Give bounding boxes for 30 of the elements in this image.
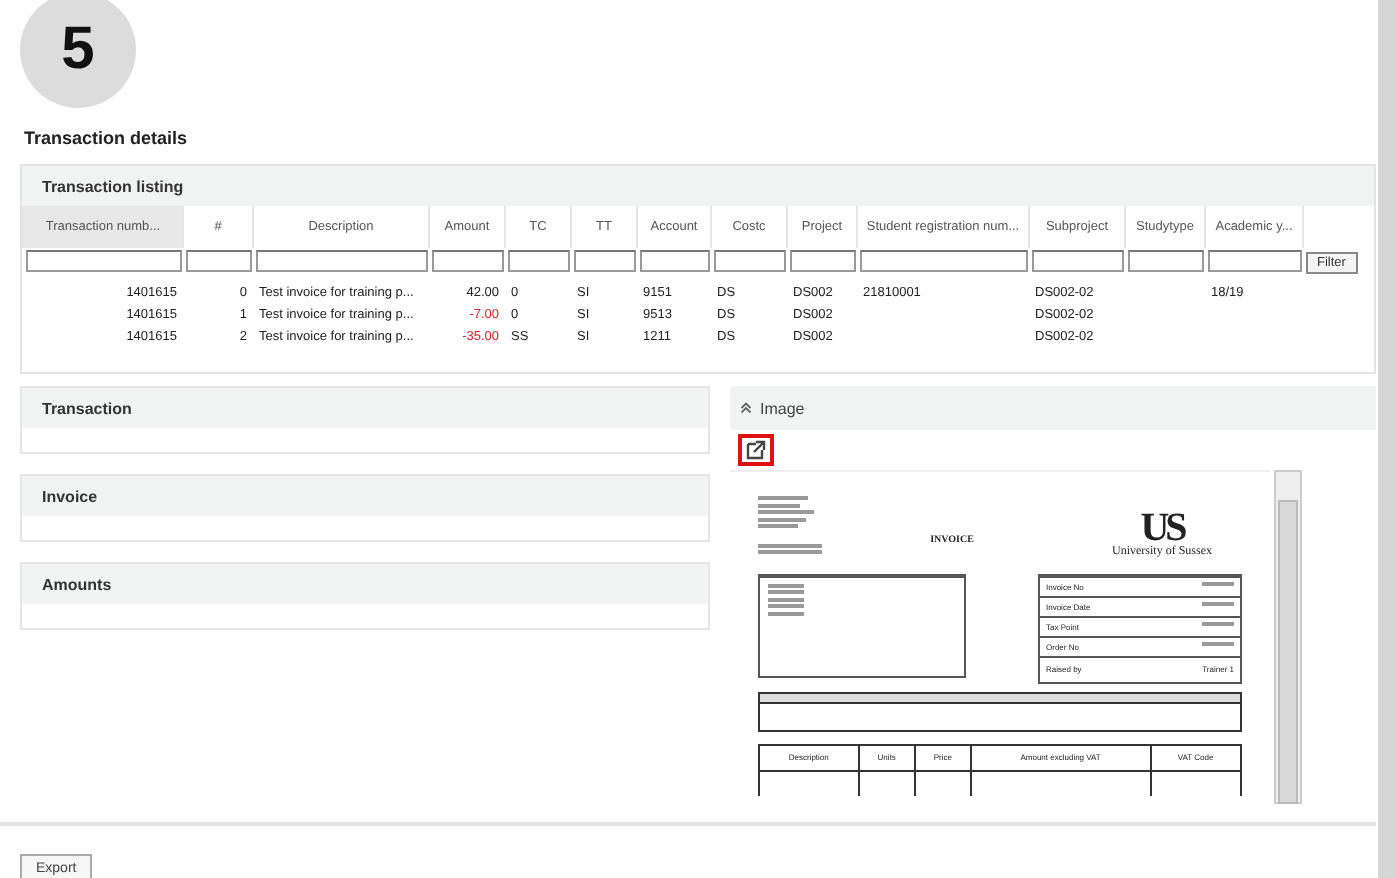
- filter-input[interactable]: [859, 250, 1027, 272]
- panel-title: Image: [760, 399, 805, 417]
- filter-input[interactable]: [185, 250, 251, 272]
- step-number-badge: 5: [20, 0, 136, 108]
- logo: US: [1140, 509, 1185, 545]
- open-external-button[interactable]: [738, 434, 774, 466]
- scrollbar[interactable]: [1274, 470, 1302, 804]
- illegible-text: [1202, 582, 1234, 587]
- filter-input[interactable]: [1031, 250, 1123, 272]
- filter-input[interactable]: [573, 250, 635, 272]
- filter-input[interactable]: [789, 250, 855, 272]
- illegible-text: [1202, 602, 1234, 607]
- section-title[interactable]: Transaction: [42, 399, 132, 417]
- filter-input[interactable]: [1207, 250, 1301, 272]
- image-panel-header[interactable]: Image: [730, 386, 1376, 430]
- filter-input[interactable]: [507, 250, 569, 272]
- illegible-text: [1202, 622, 1234, 627]
- page-scrollbar[interactable]: [1378, 0, 1396, 878]
- filter-input[interactable]: [431, 250, 503, 272]
- collapse-icon[interactable]: [740, 402, 752, 414]
- filter-input[interactable]: [25, 250, 181, 272]
- filter-input[interactable]: [713, 250, 785, 272]
- section-title[interactable]: Invoice: [42, 487, 98, 505]
- page-title: Transaction details: [24, 128, 190, 148]
- section-title[interactable]: Amounts: [42, 575, 112, 593]
- filter-input[interactable]: [639, 250, 709, 272]
- filter-input[interactable]: [1127, 250, 1203, 272]
- illegible-text: [1202, 642, 1234, 647]
- filter-input[interactable]: [255, 250, 427, 272]
- panel-title: Transaction listing: [42, 177, 184, 195]
